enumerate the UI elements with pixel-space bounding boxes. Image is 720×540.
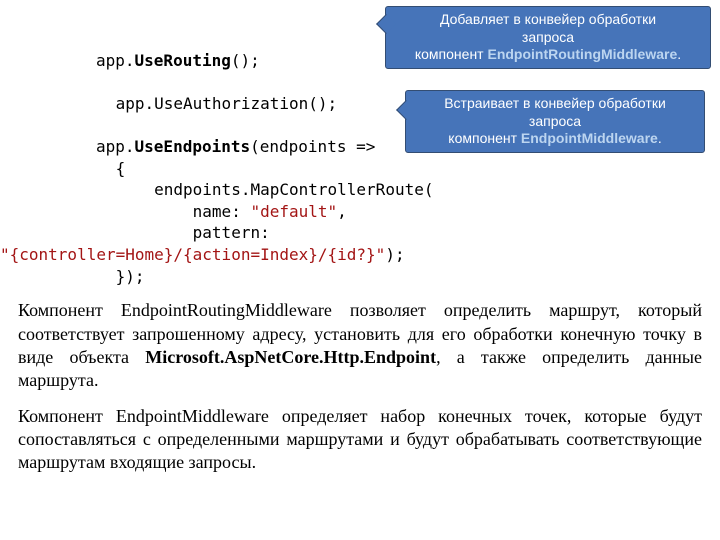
callout-routing: Добавляет в конвейер обработки запроса к… bbox=[385, 6, 711, 69]
callout-text: Добавляет в конвейер обработки bbox=[394, 11, 702, 29]
callout-text: запроса bbox=[394, 29, 702, 47]
callout-text: компонент EndpointMiddleware. bbox=[414, 130, 696, 148]
callout-text: запроса bbox=[414, 113, 696, 131]
paragraph-endpoint-desc: Компонент EndpointMiddleware определяет … bbox=[0, 405, 720, 475]
callout-text: Встраивает в конвейер обработки bbox=[414, 95, 696, 113]
paragraph-routing-desc: Компонент EndpointRoutingMiddleware позв… bbox=[0, 299, 720, 393]
callout-text: компонент EndpointRoutingMiddleware. bbox=[394, 46, 702, 64]
callout-endpoints: Встраивает в конвейер обработки запроса … bbox=[405, 90, 705, 153]
